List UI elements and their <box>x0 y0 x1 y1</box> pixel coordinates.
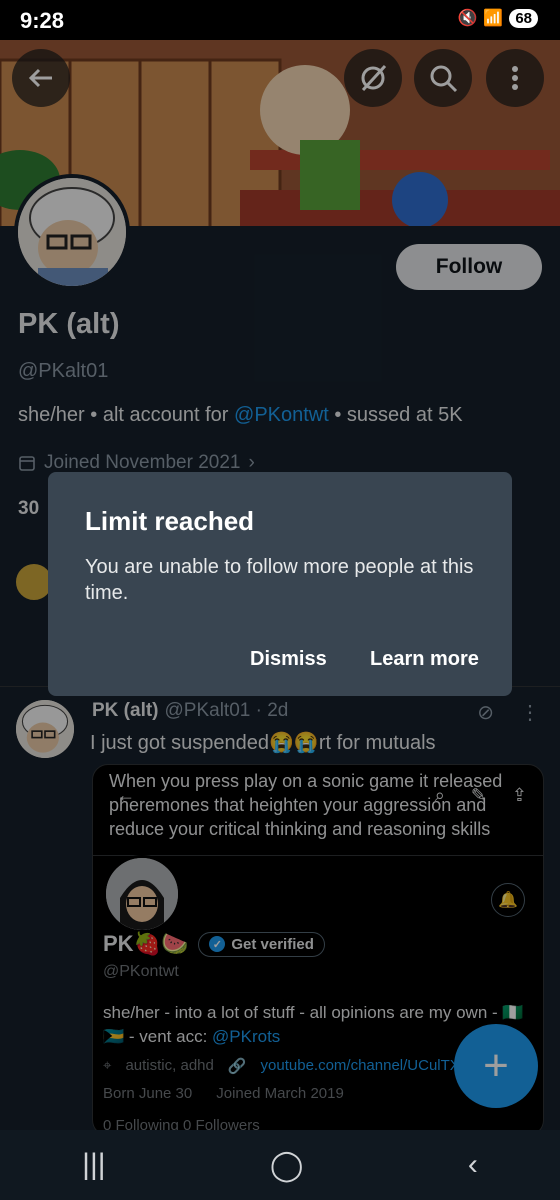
back-icon[interactable]: ‹ <box>468 1148 478 1182</box>
dialog-title: Limit reached <box>85 506 255 536</box>
status-bar: 9:28 🔇 📶 68 <box>0 0 560 40</box>
wifi-icon: 📶 <box>483 10 504 27</box>
limit-reached-dialog: Limit reached You are unable to follow m… <box>48 472 512 696</box>
learn-more-button[interactable]: Learn more <box>370 648 479 671</box>
home-icon[interactable]: ◯ <box>270 1148 304 1183</box>
status-icons: 🔇 📶 68 <box>457 8 538 28</box>
status-time: 9:28 <box>20 8 65 33</box>
system-nav-bar: ||| ◯ ‹ <box>0 1130 560 1200</box>
battery-indicator: 68 <box>509 8 538 28</box>
dismiss-button[interactable]: Dismiss <box>250 648 327 671</box>
mute-icon: 🔇 <box>457 10 478 27</box>
dialog-body: You are unable to follow more people at … <box>85 556 474 604</box>
recent-apps-icon[interactable]: ||| <box>82 1148 105 1182</box>
